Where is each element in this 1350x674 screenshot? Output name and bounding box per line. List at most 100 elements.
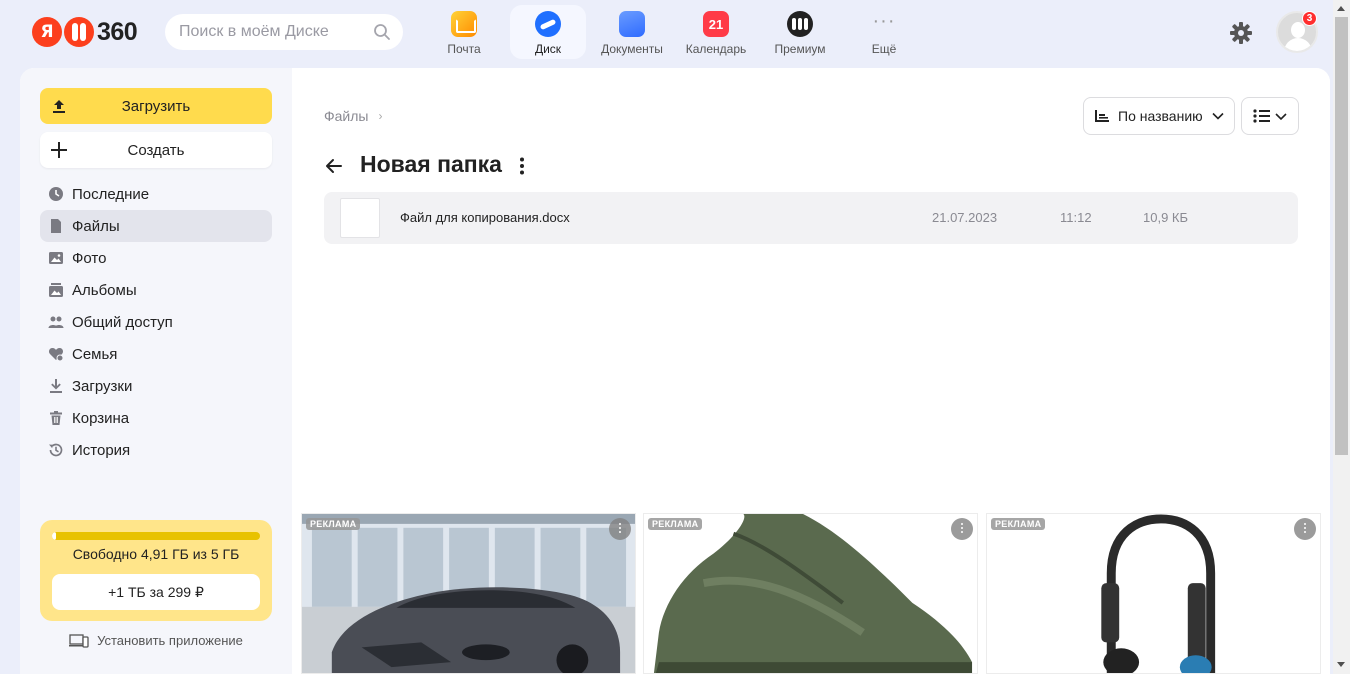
install-label: Установить приложение bbox=[97, 633, 243, 648]
storage-progress-bar bbox=[52, 532, 260, 540]
breadcrumb: Файлы › bbox=[324, 108, 382, 124]
upload-icon bbox=[53, 100, 65, 113]
storage-widget: Свободно 4,91 ГБ из 5 ГБ +1 ТБ за 299 ₽ bbox=[40, 520, 272, 621]
gear-icon[interactable] bbox=[1228, 20, 1254, 46]
app-documents[interactable]: Документы bbox=[594, 5, 670, 59]
ad-label: РЕКЛАМА bbox=[648, 518, 703, 530]
sidebar-item-label: Семья bbox=[72, 345, 118, 363]
trash-icon bbox=[50, 411, 62, 425]
photo-icon bbox=[49, 252, 63, 264]
sidebar-item-label: Корзина bbox=[72, 409, 130, 427]
sidebar-item-label: История bbox=[72, 441, 131, 459]
search-input[interactable] bbox=[179, 23, 369, 41]
sidebar: Загрузить Создать Последние Файлы Фото А… bbox=[20, 68, 292, 674]
app-label: Документы bbox=[601, 42, 663, 56]
search-box[interactable] bbox=[165, 14, 403, 50]
app-disk[interactable]: Диск bbox=[510, 5, 586, 59]
file-thumbnail bbox=[340, 198, 380, 238]
page-scrollbar[interactable] bbox=[1333, 0, 1350, 674]
360-mark-icon bbox=[64, 17, 94, 47]
sidebar-item-label: Файлы bbox=[72, 217, 120, 235]
sidebar-item-label: Фото bbox=[72, 249, 107, 267]
create-button[interactable]: Создать bbox=[40, 132, 272, 168]
sidebar-item-recent[interactable]: Последние bbox=[40, 178, 272, 210]
storage-progress-fill bbox=[52, 532, 56, 540]
file-name: Файл для копирования.docx bbox=[400, 210, 570, 225]
search-icon[interactable] bbox=[373, 23, 391, 41]
app-mail[interactable]: Почта bbox=[426, 5, 502, 59]
file-size: 10,9 КБ bbox=[1143, 210, 1189, 225]
sidebar-item-photo[interactable]: Фото bbox=[40, 242, 272, 274]
back-arrow-icon[interactable] bbox=[324, 156, 344, 176]
shared-icon bbox=[48, 316, 64, 328]
ad-card-boots[interactable]: РЕКЛАМА bbox=[643, 513, 978, 674]
app-label: Ещё bbox=[871, 42, 897, 56]
breadcrumb-separator-icon: › bbox=[378, 109, 383, 123]
sidebar-item-label: Альбомы bbox=[72, 281, 137, 299]
ad-card-headphones[interactable]: РЕКЛАМА bbox=[986, 513, 1321, 674]
sidebar-item-downloads[interactable]: Загрузки bbox=[40, 370, 272, 402]
sort-icon bbox=[1095, 110, 1109, 122]
create-label: Создать bbox=[127, 141, 185, 159]
file-row[interactable]: Файл для копирования.docx 21.07.2023 11:… bbox=[324, 192, 1298, 244]
scroll-up-icon[interactable] bbox=[1337, 6, 1345, 11]
app-label: Премиум bbox=[774, 42, 826, 56]
upload-button[interactable]: Загрузить bbox=[40, 88, 272, 124]
app-more[interactable]: ··· Ещё bbox=[846, 5, 922, 59]
documents-icon bbox=[619, 11, 645, 37]
ad-card-car[interactable]: РЕКЛАМА bbox=[301, 513, 636, 674]
install-app-link[interactable]: Установить приложение bbox=[20, 633, 292, 648]
page-title: Новая папка bbox=[360, 151, 502, 177]
app-calendar[interactable]: 21 Календарь bbox=[678, 5, 754, 59]
more-icon: ··· bbox=[872, 10, 896, 32]
logo-360-text: 360 bbox=[97, 17, 138, 46]
calendar-icon: 21 bbox=[703, 11, 729, 37]
disk-icon bbox=[535, 11, 561, 37]
yandex-360-logo[interactable]: Я 360 bbox=[32, 16, 138, 48]
scrollbar-thumb[interactable] bbox=[1335, 17, 1348, 455]
top-header: Я 360 Почта Диск Документы 21 Календарь bbox=[0, 0, 1350, 68]
breadcrumb-files[interactable]: Файлы bbox=[324, 108, 368, 124]
sort-dropdown[interactable]: По названию bbox=[1083, 97, 1235, 135]
services-bar: Почта Диск Документы 21 Календарь Премиу… bbox=[426, 5, 930, 59]
sidebar-item-files[interactable]: Файлы bbox=[40, 210, 272, 242]
upload-label: Загрузить bbox=[121, 97, 191, 115]
mail-icon bbox=[451, 11, 477, 37]
file-date: 21.07.2023 bbox=[932, 210, 998, 225]
app-label: Календарь bbox=[685, 42, 747, 56]
ad-menu-icon[interactable] bbox=[951, 518, 973, 540]
sidebar-item-albums[interactable]: Альбомы bbox=[40, 274, 272, 306]
download-icon bbox=[50, 379, 62, 393]
family-icon bbox=[48, 348, 64, 362]
notification-badge[interactable]: 3 bbox=[1302, 11, 1317, 26]
history-icon bbox=[49, 443, 63, 457]
scroll-down-icon[interactable] bbox=[1337, 662, 1345, 667]
car-image bbox=[302, 514, 635, 673]
sidebar-item-trash[interactable]: Корзина bbox=[40, 402, 272, 434]
ad-menu-icon[interactable] bbox=[1294, 518, 1316, 540]
buy-storage-button[interactable]: +1 ТБ за 299 ₽ bbox=[52, 574, 260, 610]
app-label: Почта bbox=[447, 42, 481, 56]
ad-menu-icon[interactable] bbox=[609, 518, 631, 540]
plus-icon bbox=[51, 142, 67, 158]
headphones-image bbox=[987, 514, 1320, 673]
file-icon bbox=[51, 219, 61, 233]
sidebar-item-history[interactable]: История bbox=[40, 434, 272, 466]
yandex-logo-icon: Я bbox=[32, 17, 62, 47]
view-mode-dropdown[interactable] bbox=[1241, 97, 1299, 135]
folder-menu-icon[interactable] bbox=[514, 156, 530, 176]
devices-icon bbox=[69, 633, 89, 648]
sidebar-item-label: Общий доступ bbox=[72, 313, 173, 331]
file-time: 11:12 bbox=[1060, 210, 1092, 225]
ad-label: РЕКЛАМА bbox=[991, 518, 1046, 530]
avatar-head-shape bbox=[1291, 22, 1305, 38]
storage-text: Свободно 4,91 ГБ из 5 ГБ bbox=[72, 546, 240, 562]
app-premium[interactable]: Премиум bbox=[762, 5, 838, 59]
list-view-icon bbox=[1253, 109, 1287, 123]
sidebar-item-shared[interactable]: Общий доступ bbox=[40, 306, 272, 338]
sidebar-item-family[interactable]: Семья bbox=[40, 338, 272, 370]
boots-image bbox=[644, 514, 977, 673]
premium-icon bbox=[787, 11, 813, 37]
app-label: Диск bbox=[534, 42, 562, 56]
sidebar-item-label: Последние bbox=[72, 185, 150, 203]
